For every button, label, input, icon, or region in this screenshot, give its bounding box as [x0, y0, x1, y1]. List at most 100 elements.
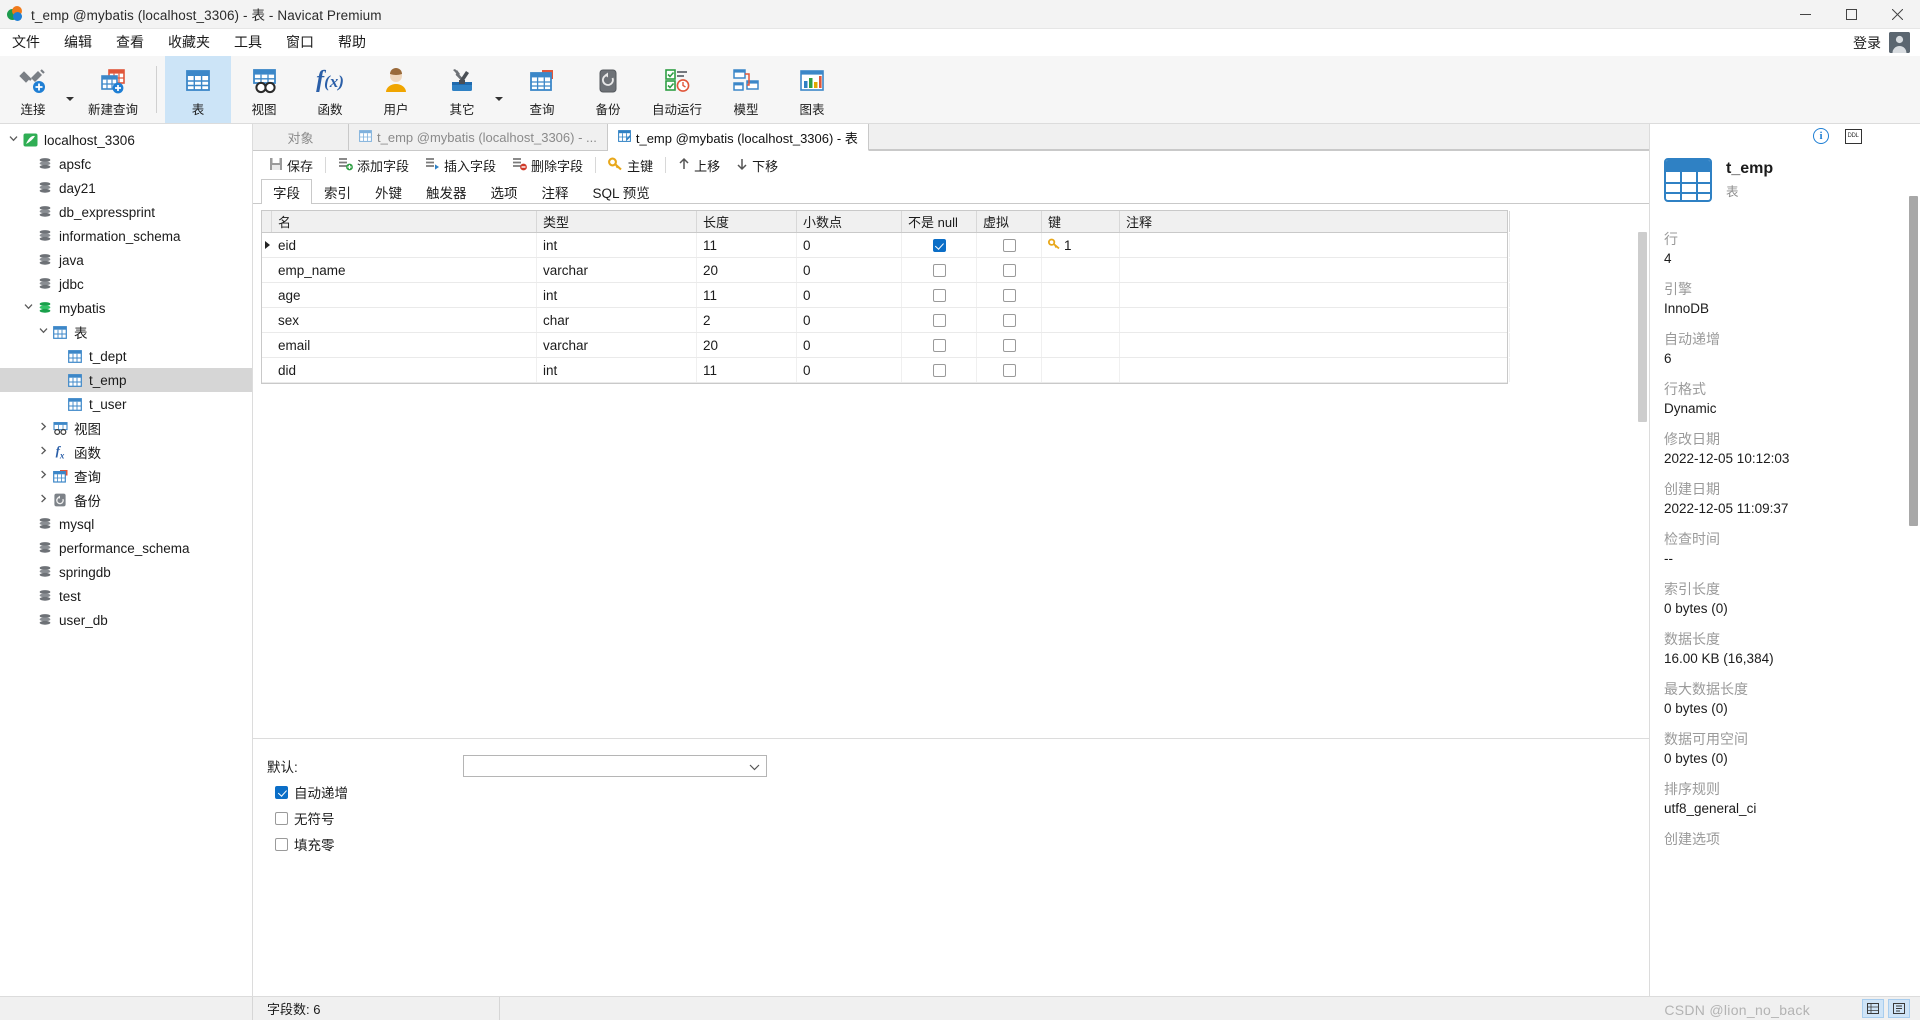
tree-item-mybatis[interactable]: mybatis	[0, 296, 252, 320]
ribbon-new-query[interactable]: 新建查询	[80, 56, 146, 123]
grid-header-7[interactable]: 注释	[1120, 211, 1510, 232]
ribbon-view[interactable]: 视图	[231, 56, 297, 123]
cell-field-type[interactable]: char	[537, 308, 697, 332]
ribbon-query[interactable]: 查询	[509, 56, 575, 123]
tree-item-[interactable]: 备份	[0, 488, 252, 512]
navigation-sidebar[interactable]: localhost_3306 apsfc day21 db_expressprint i…	[0, 124, 253, 996]
cell-key[interactable]	[1042, 258, 1120, 282]
cell-key[interactable]	[1042, 308, 1120, 332]
cell-field-decimals[interactable]: 0	[797, 258, 902, 282]
cell-field-length[interactable]: 11	[697, 358, 797, 382]
tree-item-user_db[interactable]: user_db	[0, 608, 252, 632]
cell-field-decimals[interactable]: 0	[797, 308, 902, 332]
chevron-right-icon[interactable]	[34, 494, 52, 506]
default-value-select[interactable]	[463, 755, 767, 777]
tree-item-mysql[interactable]: mysql	[0, 512, 252, 536]
avatar[interactable]	[1889, 32, 1910, 53]
move-up-button[interactable]: 上移	[670, 153, 728, 177]
connection-dropdown-caret[interactable]	[66, 56, 80, 123]
table-row[interactable]: age int 11 0	[262, 283, 1510, 308]
minimize-button[interactable]	[1782, 0, 1828, 29]
cell-not-null[interactable]	[902, 308, 977, 332]
ddl-icon[interactable]: DDL	[1844, 127, 1862, 145]
tab-t-emp-design[interactable]: t_emp @mybatis (localhost_3306) - 表	[607, 124, 869, 151]
subtab-字段[interactable]: 字段	[261, 179, 312, 204]
menu-file[interactable]: 文件	[0, 29, 52, 56]
field-option-checkboxes[interactable]: 自动递增 无符号 填充零	[267, 779, 1649, 857]
grid-header-6[interactable]: 键	[1042, 211, 1120, 232]
table-row[interactable]: email varchar 20 0	[262, 333, 1510, 358]
tree-item-day21[interactable]: day21	[0, 176, 252, 200]
table-row[interactable]: did int 11 0	[262, 358, 1510, 383]
grid-body[interactable]: eid int 11 0 1 emp_name varchar 20 0 age int 11 0 sex…	[262, 233, 1510, 383]
chevron-down-icon[interactable]	[19, 302, 37, 314]
cell-field-type[interactable]: varchar	[537, 258, 697, 282]
cell-key[interactable]: 1	[1042, 233, 1120, 257]
cell-comment[interactable]	[1120, 233, 1510, 257]
login-link[interactable]: 登录	[1853, 33, 1881, 53]
chevron-right-icon[interactable]	[34, 422, 52, 434]
cell-key[interactable]	[1042, 333, 1120, 357]
cell-field-decimals[interactable]: 0	[797, 233, 902, 257]
checkbox-virtual[interactable]	[1002, 363, 1016, 377]
cell-field-type[interactable]: int	[537, 358, 697, 382]
cell-virtual[interactable]	[977, 358, 1042, 382]
cell-field-type[interactable]: varchar	[537, 333, 697, 357]
grid-header-2[interactable]: 长度	[697, 211, 797, 232]
tab-objects[interactable]: 对象	[253, 124, 349, 150]
table-row[interactable]: sex char 2 0	[262, 308, 1510, 333]
add-field-button[interactable]: 添加字段	[330, 153, 417, 177]
tree-item-localhost_3306[interactable]: localhost_3306	[0, 128, 252, 152]
grid-header-1[interactable]: 类型	[537, 211, 697, 232]
tree-item-[interactable]: fx 函数	[0, 440, 252, 464]
chevron-down-icon[interactable]	[4, 134, 22, 146]
ribbon-chart[interactable]: 图表	[779, 56, 845, 123]
tab-t-emp-data[interactable]: t_emp @mybatis (localhost_3306) - ...	[349, 124, 608, 150]
grid-header-3[interactable]: 小数点	[797, 211, 902, 232]
move-down-button[interactable]: 下移	[728, 153, 786, 177]
tree-item-performance_schema[interactable]: performance_schema	[0, 536, 252, 560]
cell-field-name[interactable]: age	[272, 283, 537, 307]
chevron-right-icon[interactable]	[34, 470, 52, 482]
subtab-索引[interactable]: 索引	[312, 179, 363, 203]
option-填充零[interactable]: 填充零	[267, 831, 1649, 857]
cell-field-name[interactable]: did	[272, 358, 537, 382]
cell-field-length[interactable]: 11	[697, 233, 797, 257]
tree-item-jdbc[interactable]: jdbc	[0, 272, 252, 296]
tree-item-db_expressprint[interactable]: db_expressprint	[0, 200, 252, 224]
tree-item-springdb[interactable]: springdb	[0, 560, 252, 584]
cell-virtual[interactable]	[977, 283, 1042, 307]
cell-not-null[interactable]	[902, 233, 977, 257]
form-view-button[interactable]	[1888, 999, 1910, 1018]
subtab-SQL-预览[interactable]: SQL 预览	[581, 179, 662, 203]
grid-scroll-thumb[interactable]	[1638, 232, 1647, 422]
checkbox[interactable]	[275, 785, 288, 799]
grid-header-0[interactable]: 名	[272, 211, 537, 232]
grid-view-button[interactable]	[1862, 999, 1884, 1018]
cell-virtual[interactable]	[977, 233, 1042, 257]
primary-key-button[interactable]: 主键	[600, 153, 661, 177]
cell-not-null[interactable]	[902, 258, 977, 282]
menu-view[interactable]: 查看	[104, 29, 156, 56]
ribbon-function[interactable]: f(x) 函数	[297, 56, 363, 123]
cell-field-length[interactable]: 20	[697, 258, 797, 282]
cell-field-decimals[interactable]: 0	[797, 283, 902, 307]
menu-edit[interactable]: 编辑	[52, 29, 104, 56]
cell-key[interactable]	[1042, 358, 1120, 382]
cell-virtual[interactable]	[977, 333, 1042, 357]
checkbox-virtual[interactable]	[1002, 263, 1016, 277]
subtab-外键[interactable]: 外键	[363, 179, 414, 203]
cell-comment[interactable]	[1120, 333, 1510, 357]
close-button[interactable]	[1874, 0, 1920, 29]
cell-field-length[interactable]: 2	[697, 308, 797, 332]
checkbox-virtual[interactable]	[1002, 238, 1016, 252]
ribbon-user[interactable]: 用户	[363, 56, 429, 123]
ribbon-backup[interactable]: 备份	[575, 56, 641, 123]
tree-item-[interactable]: 查询	[0, 464, 252, 488]
cell-field-length[interactable]: 11	[697, 283, 797, 307]
design-subtabs[interactable]: 字段 索引 外键 触发器 选项 注释 SQL 预览	[253, 179, 1649, 204]
cell-comment[interactable]	[1120, 358, 1510, 382]
ribbon-table[interactable]: 表	[165, 56, 231, 123]
cell-comment[interactable]	[1120, 258, 1510, 282]
insert-field-button[interactable]: 插入字段	[417, 153, 504, 177]
